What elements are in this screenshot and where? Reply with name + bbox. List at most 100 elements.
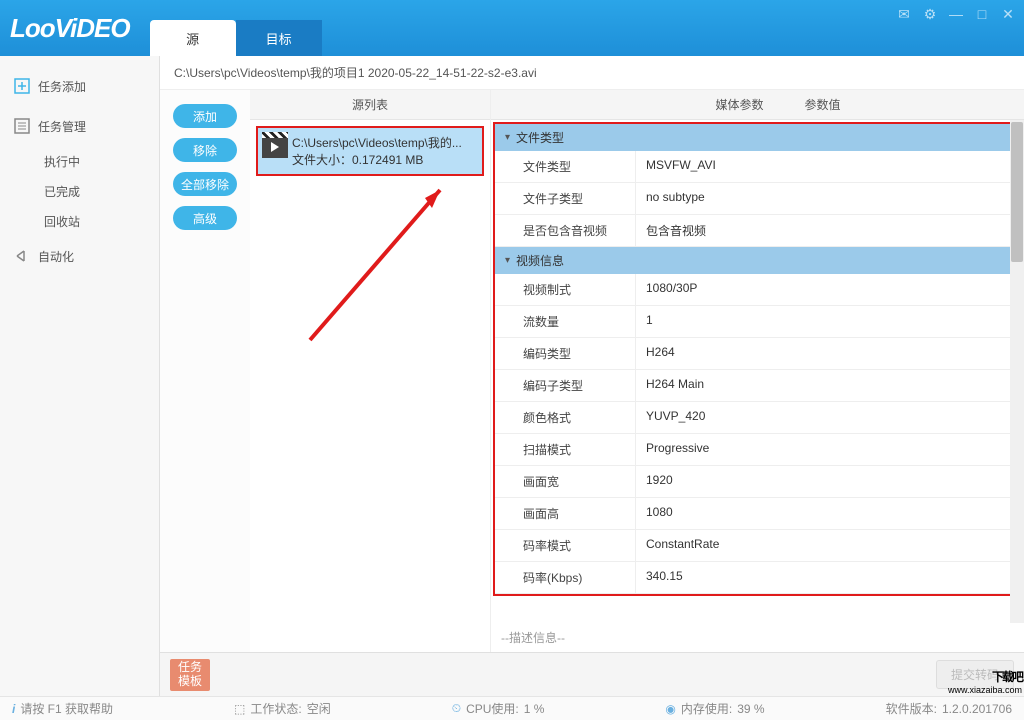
param-value-header: 参数值: [804, 96, 840, 113]
chevron-down-icon: ▾: [505, 255, 510, 266]
param-row: 画面宽1920: [495, 466, 1016, 498]
sidebar-done[interactable]: 已完成: [0, 176, 159, 206]
media-param-header: 媒体参数: [674, 96, 804, 113]
chevron-down-icon: ▾: [505, 132, 510, 143]
tab-source[interactable]: 源: [150, 20, 236, 56]
add-button[interactable]: 添加: [173, 104, 237, 128]
source-list-header: 源列表: [250, 90, 490, 120]
group-label: 视频信息: [516, 252, 564, 269]
param-value[interactable]: YUVP_420: [635, 402, 1016, 433]
share-icon: [14, 248, 30, 264]
advanced-button[interactable]: 高级: [173, 206, 237, 230]
param-label: 流数量: [495, 306, 635, 337]
scrollbar[interactable]: [1010, 120, 1024, 623]
param-value[interactable]: 1080: [635, 498, 1016, 529]
info-icon: i: [12, 702, 15, 716]
param-label: 画面宽: [495, 466, 635, 497]
param-label: 视频制式: [495, 274, 635, 305]
param-label: 码率(Kbps): [495, 562, 635, 593]
cpu-label: CPU使用:: [466, 700, 519, 717]
close-icon[interactable]: ✕: [1000, 6, 1016, 23]
param-label: 是否包含音视频: [495, 215, 635, 246]
source-item-size: 文件大小：0.172491 MB: [292, 151, 476, 168]
watermark: 下载吧 www.xiazaiba.com: [948, 655, 1022, 694]
list-icon: [14, 118, 30, 134]
param-label: 文件子类型: [495, 183, 635, 214]
sidebar-add-task[interactable]: 任务添加: [0, 66, 159, 106]
params-table: ▾ 文件类型 文件类型MSVFW_AVI文件子类型no subtype是否包含音…: [493, 122, 1018, 596]
param-value[interactable]: H264: [635, 338, 1016, 369]
task-tpl-l1: 任务: [178, 661, 202, 674]
sidebar-manage[interactable]: 任务管理: [0, 106, 159, 146]
param-row: 画面高1080: [495, 498, 1016, 530]
remove-all-button[interactable]: 全部移除: [173, 172, 237, 196]
window-controls: ✉ ⚙ — □ ✕: [896, 6, 1016, 23]
param-row: 扫描模式Progressive: [495, 434, 1016, 466]
remove-button[interactable]: 移除: [173, 138, 237, 162]
param-row: 文件类型MSVFW_AVI: [495, 151, 1016, 183]
source-item-path: C:\Users\pc\Videos\temp\我的...: [292, 134, 476, 151]
minimize-icon[interactable]: —: [948, 6, 964, 23]
watermark-text: 下载吧: [992, 670, 1022, 684]
group-file-type[interactable]: ▾ 文件类型: [495, 124, 1016, 151]
source-item[interactable]: C:\Users\pc\Videos\temp\我的... 文件大小：0.172…: [256, 126, 484, 176]
param-value[interactable]: 1080/30P: [635, 274, 1016, 305]
params-column: 媒体参数 参数值 ▾ 文件类型 文件类型MSVFW_AVI文件子类型no sub…: [490, 90, 1024, 652]
param-value[interactable]: Progressive: [635, 434, 1016, 465]
param-label: 编码类型: [495, 338, 635, 369]
titlebar: LooViDEO 源 目标 ✉ ⚙ — □ ✕: [0, 0, 1024, 56]
task-template-button[interactable]: 任务 模板: [170, 659, 210, 691]
statusbar: i请按 F1 获取帮助 ⬚工作状态: 空闲 ⏲CPU使用: 1 % ◉内存使用:…: [0, 696, 1024, 720]
tab-target[interactable]: 目标: [236, 20, 322, 56]
param-value[interactable]: ConstantRate: [635, 530, 1016, 561]
param-label: 画面高: [495, 498, 635, 529]
maximize-icon[interactable]: □: [974, 6, 990, 23]
mail-icon[interactable]: ✉: [896, 6, 912, 23]
sidebar-label: 已完成: [44, 183, 80, 200]
mem-label: 内存使用:: [681, 700, 732, 717]
param-label: 颜色格式: [495, 402, 635, 433]
param-value[interactable]: 340.15: [635, 562, 1016, 593]
gear-icon[interactable]: ⚙: [922, 6, 938, 23]
sidebar: 任务添加 任务管理 执行中 已完成 回收站 自动化: [0, 56, 160, 696]
mem-value: 39 %: [737, 702, 764, 716]
sidebar-trash[interactable]: 回收站: [0, 206, 159, 236]
sidebar-label: 自动化: [38, 248, 74, 265]
watermark-url: www.xiazaiba.com: [948, 686, 1022, 694]
param-value[interactable]: 1: [635, 306, 1016, 337]
param-value[interactable]: H264 Main: [635, 370, 1016, 401]
params-header: 媒体参数 参数值: [491, 90, 1024, 120]
status-help: 请按 F1 获取帮助: [20, 700, 113, 717]
source-column: 源列表 C:\Users\pc\Videos\temp\我的... 文件大小：0…: [250, 90, 490, 652]
param-label: 编码子类型: [495, 370, 635, 401]
scrollbar-thumb[interactable]: [1011, 122, 1023, 262]
sidebar-auto[interactable]: 自动化: [0, 236, 159, 276]
sidebar-label: 执行中: [44, 153, 80, 170]
source-list: C:\Users\pc\Videos\temp\我的... 文件大小：0.172…: [250, 120, 490, 652]
param-row: 颜色格式YUVP_420: [495, 402, 1016, 434]
cpu-value: 1 %: [524, 702, 545, 716]
param-value[interactable]: no subtype: [635, 183, 1016, 214]
param-row: 码率(Kbps)340.15: [495, 562, 1016, 594]
mem-icon: ◉: [665, 702, 675, 716]
param-row: 编码子类型H264 Main: [495, 370, 1016, 402]
bottom-bar: 任务 模板 提交转码: [160, 652, 1024, 696]
param-row: 码率模式ConstantRate: [495, 530, 1016, 562]
file-path: C:\Users\pc\Videos\temp\我的项目1 2020-05-22…: [160, 56, 1024, 90]
ver-label: 软件版本:: [886, 700, 937, 717]
param-label: 文件类型: [495, 151, 635, 182]
group-video-info[interactable]: ▾ 视频信息: [495, 247, 1016, 274]
action-column: 添加 移除 全部移除 高级: [160, 90, 250, 652]
param-value[interactable]: 1920: [635, 466, 1016, 497]
param-value[interactable]: MSVFW_AVI: [635, 151, 1016, 182]
param-value[interactable]: 包含音视频: [635, 215, 1016, 246]
param-row: 流数量1: [495, 306, 1016, 338]
app-logo: LooViDEO: [10, 13, 130, 44]
param-row: 是否包含音视频包含音视频: [495, 215, 1016, 247]
sidebar-label: 回收站: [44, 213, 80, 230]
param-row: 编码类型H264: [495, 338, 1016, 370]
sidebar-running[interactable]: 执行中: [0, 146, 159, 176]
param-label: 扫描模式: [495, 434, 635, 465]
param-label: 码率模式: [495, 530, 635, 561]
work-label: 工作状态:: [250, 700, 301, 717]
